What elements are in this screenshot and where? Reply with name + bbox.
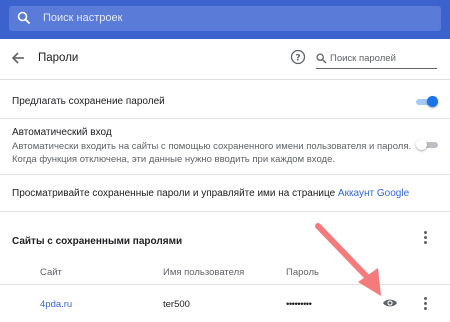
- manage-passwords-text: Просматривайте сохраненные пароли и упра…: [12, 188, 409, 199]
- row-divider: [0, 118, 450, 119]
- row-more-vert-icon[interactable]: [419, 297, 431, 311]
- row-site-link[interactable]: 4pda.ru: [40, 299, 72, 310]
- row-password: •••••••••: [286, 299, 312, 310]
- svg-text:?: ?: [295, 54, 300, 64]
- offer-save-label: Предлагать сохранение паролей: [12, 96, 165, 107]
- settings-search-box[interactable]: Поиск настроек: [9, 6, 441, 31]
- column-site: Сайт: [40, 267, 62, 278]
- auto-signin-toggle[interactable]: [416, 139, 438, 150]
- help-icon[interactable]: ?: [290, 49, 306, 70]
- section-divider: [0, 211, 450, 212]
- saved-passwords-title: Сайты с сохраненными паролями: [12, 236, 183, 247]
- toggle-knob: [427, 96, 438, 107]
- search-icon: [316, 51, 327, 69]
- header-divider: [0, 79, 450, 80]
- back-arrow-icon[interactable]: [11, 51, 25, 70]
- auto-signin-description-1: Автоматически входить на сайты с помощью…: [12, 141, 412, 152]
- password-search-placeholder: Поиск паролей: [330, 53, 396, 64]
- password-search-input[interactable]: Поиск паролей: [316, 47, 437, 69]
- google-account-link[interactable]: Аккаунт Google: [338, 188, 409, 199]
- column-password: Пароль: [286, 267, 319, 278]
- more-vert-icon[interactable]: [419, 231, 431, 245]
- auto-signin-label: Автоматический вход: [12, 127, 112, 138]
- settings-top-bar: Поиск настроек: [0, 0, 450, 39]
- passwords-card: Пароли ? Поиск паролей Предлагать сохран…: [0, 39, 450, 322]
- page-title: Пароли: [38, 52, 79, 64]
- column-username: Имя пользователя: [163, 267, 245, 278]
- row-username: ter500: [163, 299, 190, 310]
- eye-icon[interactable]: [382, 295, 398, 316]
- auto-signin-description-2: Когда функция отключена, эти данные нужн…: [12, 154, 335, 165]
- table-divider: [0, 284, 450, 285]
- settings-search-placeholder: Поиск настроек: [43, 12, 123, 24]
- offer-save-toggle[interactable]: [416, 96, 438, 107]
- toggle-knob: [416, 139, 427, 150]
- passwords-header: Пароли ? Поиск паролей: [0, 39, 450, 79]
- search-icon: [17, 11, 31, 30]
- manage-text: Просматривайте сохраненные пароли и упра…: [12, 188, 338, 199]
- row-divider: [0, 174, 450, 175]
